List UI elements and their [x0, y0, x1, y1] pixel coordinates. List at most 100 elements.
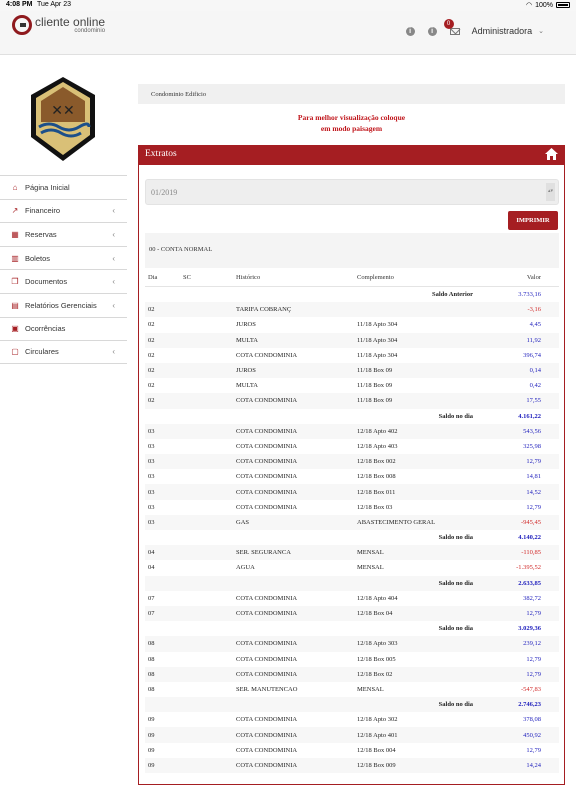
- cell-dia: 03: [148, 518, 155, 526]
- cell-dia: 03: [148, 458, 155, 466]
- cell-complemento: 12/18 Apto 401: [357, 731, 398, 739]
- sidebar-item-circulares[interactable]: ▢ Circulares ‹: [0, 340, 127, 364]
- breadcrumb: Condominio Edificio: [138, 84, 565, 104]
- balance-label: Saldo no dia: [438, 701, 473, 709]
- cell-valor: 14,81: [526, 473, 541, 481]
- table-row: 04 SER. SEGURANCA MENSAL -110,85: [145, 545, 559, 561]
- period-select[interactable]: 01/2019 ▴▾: [145, 179, 559, 205]
- home-icon[interactable]: [545, 148, 558, 160]
- cell-valor: -1.395,52: [516, 564, 541, 572]
- table-row: 09 COTA CONDOMINIA 12/18 Box 009 14,24: [145, 757, 559, 773]
- cell-valor: 325,98: [523, 442, 541, 450]
- cell-dia: 03: [148, 473, 155, 481]
- col-valor: Valor: [526, 273, 541, 281]
- sidebar-item-label: Financeiro: [25, 206, 61, 216]
- cell-complemento: 12/18 Apto 403: [357, 442, 398, 450]
- cell-valor: 0,42: [529, 382, 541, 390]
- sidebar-item-relatorios[interactable]: ▤ Relatórios Gerenciais ‹: [0, 292, 127, 317]
- cell-historico: COTA CONDOMINIA: [236, 731, 298, 739]
- cell-valor: 17,55: [526, 397, 541, 405]
- logo[interactable]: cliente online condominio: [12, 15, 105, 35]
- sidebar-item-label: Página Inicial: [25, 182, 70, 192]
- info-icon-2[interactable]: i: [427, 26, 437, 36]
- battery-percent: 100%: [535, 1, 553, 9]
- alert-icon: ▣: [11, 324, 19, 334]
- table-row: 03 COTA CONDOMINIA 12/18 Box 002 12,79: [145, 454, 559, 470]
- col-historico: Histórico: [236, 273, 261, 281]
- sidebar-menu: ⌂ Página Inicial ↗ Financeiro ‹ ▦ Reserv…: [0, 175, 127, 364]
- col-complemento: Complemento: [357, 273, 394, 281]
- sidebar-item-ocorrencias[interactable]: ▣ Ocorrências: [0, 316, 127, 341]
- notification-badge: 0: [443, 18, 454, 29]
- chevron-left-icon: ‹: [112, 253, 115, 263]
- table-row: 08 COTA CONDOMINIA 12/18 Box 005 12,79: [145, 652, 559, 667]
- cell-valor: 11,92: [526, 336, 541, 344]
- cell-historico: COTA CONDOMINIA: [236, 503, 298, 511]
- sidebar-item-documentos[interactable]: ❐ Documentos ‹: [0, 269, 127, 293]
- cell-complemento: 12/18 Box 011: [357, 488, 396, 496]
- sidebar-item-label: Documentos: [25, 277, 68, 287]
- cell-dia: 02: [148, 321, 155, 329]
- orientation-notice: Para melhor visualização coloque em modo…: [138, 112, 565, 134]
- chart-icon: ↗: [11, 206, 19, 216]
- cell-historico: COTA CONDOMINIA: [236, 716, 298, 724]
- table-row: 09 COTA CONDOMINIA 12/18 Apto 401 450,92: [145, 727, 559, 743]
- cell-historico: COTA CONDOMINIA: [236, 427, 298, 435]
- messages-button[interactable]: 0: [443, 18, 460, 35]
- cell-valor: -110,85: [521, 549, 541, 557]
- cell-valor: 396,74: [523, 351, 541, 359]
- sidebar-item-pagina-inicial[interactable]: ⌂ Página Inicial: [0, 175, 127, 199]
- cell-valor: 12,79: [526, 503, 541, 511]
- table-body: Saldo Anterior 3.733,16 02 TARIFA COBRANÇ -3…: [145, 287, 559, 773]
- barcode-icon: ▥: [11, 253, 19, 263]
- home-icon: ⌂: [12, 182, 18, 192]
- cell-historico: COTA CONDOMINIA: [236, 488, 298, 496]
- calendar-icon: ▦: [11, 229, 19, 239]
- balance-row: Saldo no dia 2.746,23: [145, 697, 559, 713]
- cell-historico: MULTA: [236, 336, 258, 344]
- status-bar: 4:08 PM Tue Apr 23 ◠ 100%: [0, 0, 576, 11]
- sidebar-item-label: Circulares: [25, 347, 59, 357]
- top-actions: i i 0 Administradora ⌄: [405, 11, 576, 51]
- balance-value: 3.733,16: [518, 291, 541, 299]
- chevron-left-icon: ‹: [112, 347, 115, 357]
- cell-dia: 09: [148, 731, 155, 739]
- cell-complemento: 12/18 Apto 303: [357, 640, 398, 648]
- balance-value: 2.746,23: [518, 701, 541, 709]
- cell-complemento: ABASTECIMENTO GERAL: [357, 518, 436, 526]
- cell-dia: 08: [148, 670, 155, 678]
- cell-historico: COTA CONDOMINIA: [236, 351, 298, 359]
- cell-valor: 0,14: [529, 367, 541, 375]
- sidebar-item-financeiro[interactable]: ↗ Financeiro ‹: [0, 198, 127, 223]
- svg-text:✕✕: ✕✕: [51, 102, 74, 118]
- cell-valor: 14,52: [526, 488, 541, 496]
- chevron-left-icon: ‹: [112, 229, 115, 239]
- cell-dia: 02: [148, 306, 155, 314]
- logo-text: cliente online condominio: [35, 16, 105, 34]
- print-button[interactable]: IMPRIMIR: [508, 211, 558, 230]
- sidebar-item-reservas[interactable]: ▦ Reservas ‹: [0, 222, 127, 246]
- cell-historico: COTA CONDOMINIA: [236, 610, 298, 618]
- table-row: 03 COTA CONDOMINIA 12/18 Box 03 12,79: [145, 500, 559, 515]
- battery-icon: [556, 2, 570, 8]
- info-icon[interactable]: i: [405, 26, 415, 36]
- cell-complemento: MENSAL: [357, 549, 384, 557]
- table-row: 07 COTA CONDOMINIA 12/18 Box 04 12,79: [145, 605, 559, 622]
- user-menu[interactable]: Administradora ⌄: [472, 26, 544, 36]
- table-row: 03 COTA CONDOMINIA 12/18 Apto 402 543,56: [145, 423, 559, 439]
- table-row: 02 MULTA 11/18 Box 09 0,42: [145, 378, 559, 393]
- cell-historico: COTA CONDOMINIA: [236, 670, 298, 678]
- balance-label: Saldo Anterior: [432, 291, 473, 299]
- condominium-crest-logo: ✕✕: [31, 77, 95, 161]
- cell-complemento: 12/18 Box 005: [357, 655, 396, 663]
- table-row: 08 COTA CONDOMINIA 12/18 Box 02 12,79: [145, 666, 559, 682]
- cell-dia: 04: [148, 564, 155, 572]
- cell-complemento: 12/18 Box 008: [357, 473, 396, 481]
- cell-historico: COTA CONDOMINIA: [236, 746, 298, 754]
- table-row: 03 COTA CONDOMINIA 12/18 Box 008 14,81: [145, 469, 559, 484]
- status-time: 4:08 PM: [6, 1, 33, 8]
- col-sc: SC: [183, 273, 191, 281]
- cell-historico: COTA CONDOMINIA: [236, 640, 298, 648]
- cell-complemento: 12/18 Box 02: [357, 670, 393, 678]
- sidebar-item-boletos[interactable]: ▥ Boletos ‹: [0, 245, 127, 270]
